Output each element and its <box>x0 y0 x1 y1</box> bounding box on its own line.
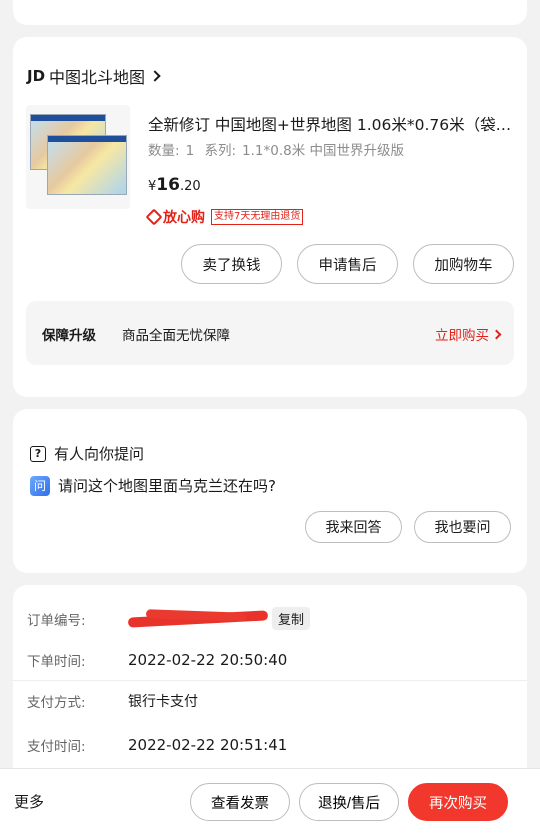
qa-question[interactable]: 问 请问这个地图里面乌克兰还在吗? <box>30 475 276 496</box>
return-policy-badge: 支持7天无理由退货 <box>211 209 304 225</box>
product-title[interactable]: 全新修订 中国地图+世界地图 1.06米*0.76米（袋装） <box>148 113 513 135</box>
jd-logo: JD <box>27 67 46 85</box>
shop-link[interactable]: JD 中图北斗地图 <box>27 64 161 88</box>
rebuy-button[interactable]: 再次购买 <box>408 783 508 821</box>
order-number-row: 订单编号: 复制 <box>27 607 527 630</box>
ask-too-button[interactable]: 我也要问 <box>414 511 511 543</box>
china-map-image <box>47 135 127 195</box>
assure-heart-icon <box>145 208 163 226</box>
redacted-order-number <box>128 611 264 627</box>
view-invoice-button[interactable]: 查看发票 <box>190 783 290 821</box>
ask-icon: 问 <box>30 475 50 496</box>
aftersale-button[interactable]: 申请售后 <box>297 244 398 284</box>
pay-method-row: 支付方式: 银行卡支付 <box>27 694 198 711</box>
product-thumbnail[interactable] <box>26 105 130 209</box>
more-button[interactable]: 更多 <box>14 791 44 812</box>
protection-desc: 商品全面无忧保障 <box>122 328 230 344</box>
chevron-right-icon <box>149 70 161 82</box>
question-icon: ? <box>30 445 46 462</box>
answer-button[interactable]: 我来回答 <box>305 511 402 543</box>
assurance-row: 放心购 支持7天无理由退货 <box>145 207 304 227</box>
copy-button[interactable]: 复制 <box>272 607 311 630</box>
product-spec: 数量: 1 系列: 1.1*0.8米 中国世界升级版 <box>148 143 404 159</box>
add-to-cart-button[interactable]: 加购物车 <box>413 244 514 284</box>
divider <box>13 680 527 681</box>
bottom-action-bar: 更多 查看发票 退换/售后 再次购买 <box>0 768 540 834</box>
protection-upgrade-banner[interactable]: 保障升级 商品全面无忧保障 立即购买 <box>26 301 514 365</box>
previous-card <box>13 0 527 25</box>
sell-button[interactable]: 卖了换钱 <box>181 244 282 284</box>
order-time-row: 下单时间: 2022-02-22 20:50:40 <box>27 651 288 670</box>
qa-card: ? 有人向你提问 问 请问这个地图里面乌克兰还在吗? 我来回答 我也要问 <box>13 409 527 573</box>
chevron-right-icon <box>491 329 502 339</box>
assure-logo: 放心购 <box>145 207 205 227</box>
buy-now-link[interactable]: 立即购买 <box>435 324 502 344</box>
qa-header: ? 有人向你提问 <box>30 443 144 464</box>
order-card: JD 中图北斗地图 全新修订 中国地图+世界地图 1.06米*0.76米（袋装）… <box>13 37 527 397</box>
pay-time-row: 支付时间: 2022-02-22 20:51:41 <box>27 736 288 755</box>
protection-label: 保障升级 <box>42 328 96 344</box>
product-price: ¥16.20 <box>148 175 201 195</box>
return-aftersale-button[interactable]: 退换/售后 <box>299 783 399 821</box>
shop-name: 中图北斗地图 <box>49 68 146 87</box>
